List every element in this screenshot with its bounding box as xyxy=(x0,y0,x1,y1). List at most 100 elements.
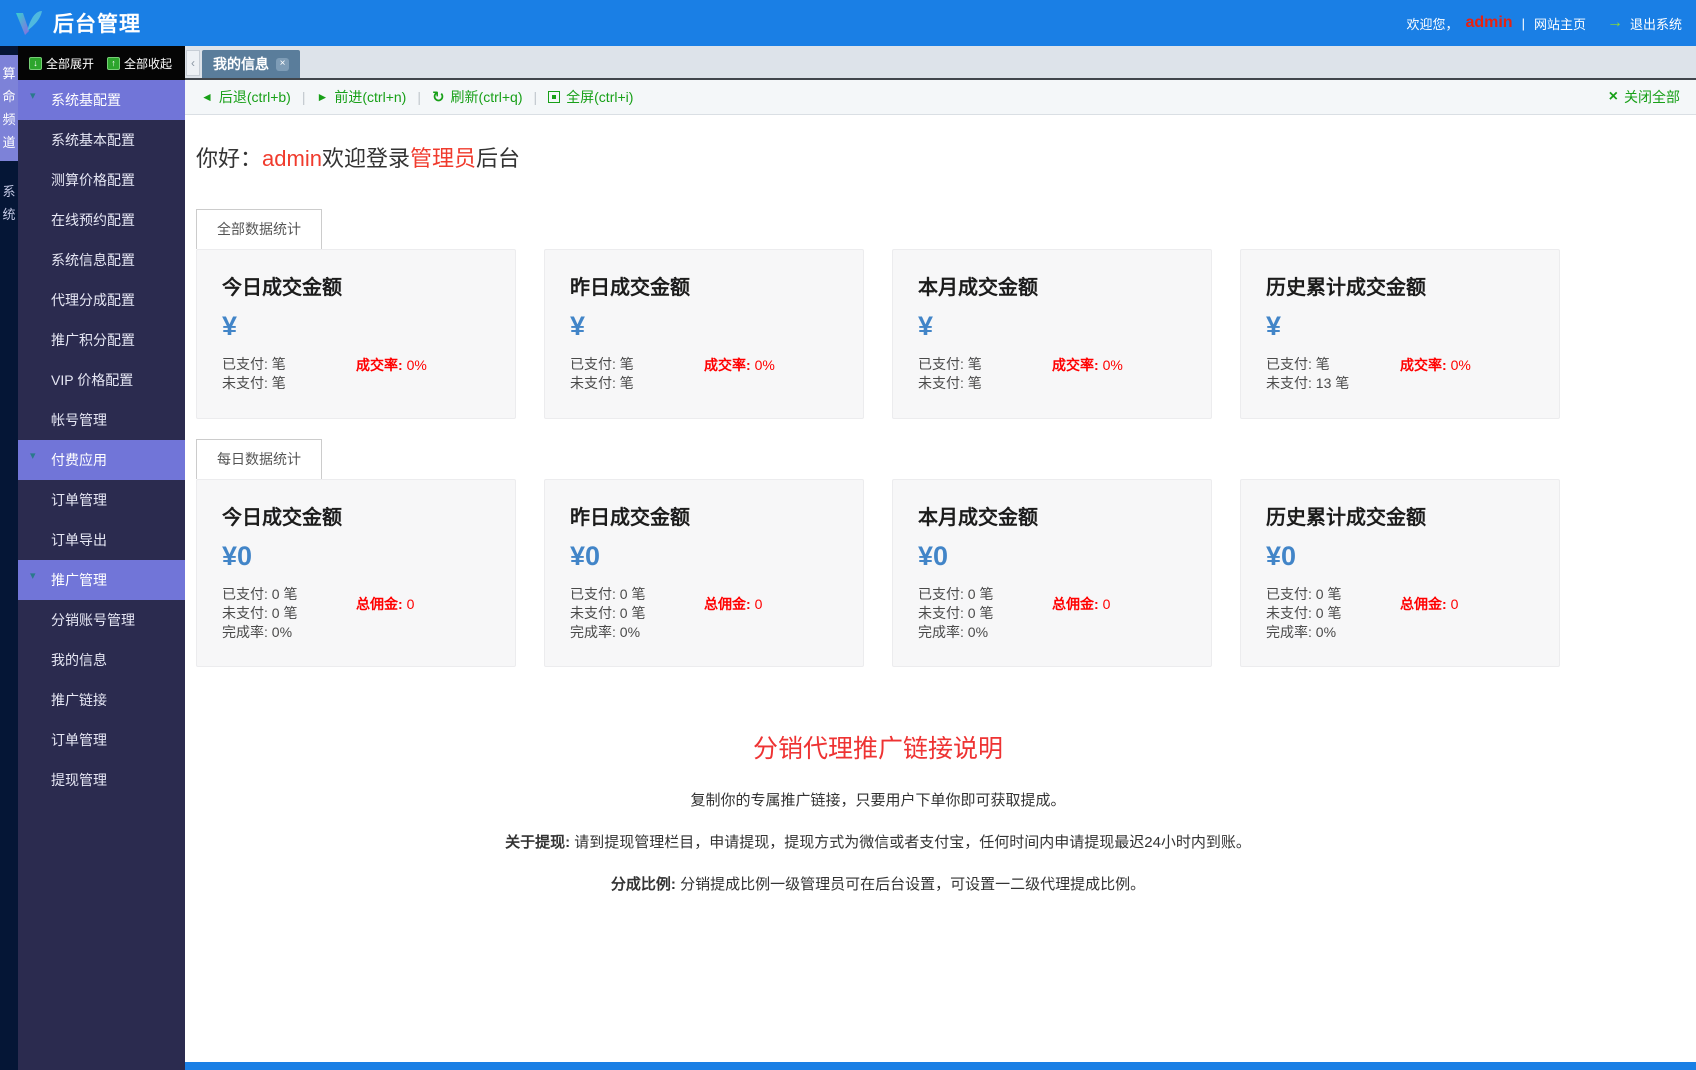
close-all-icon: × xyxy=(1609,88,1618,106)
card-stats: 已支付: 笔 未支付: 笔 xyxy=(918,355,1052,393)
card-body: 已支付: 0 笔 未支付: 0 笔 完成率: 0% 总佣金: 0 xyxy=(222,585,490,642)
unpaid-count: 未支付: 0 笔 xyxy=(570,604,704,623)
deal-rate-value: 0% xyxy=(755,357,775,373)
sidebar-item-system-info[interactable]: 系统信息配置 xyxy=(18,240,185,280)
brand-logo-icon xyxy=(14,9,44,37)
ratio-tip-text: 分销提成比例一级管理员可在后台设置，可设置一二级代理提成比例。 xyxy=(676,876,1145,893)
completion-rate: 完成率: 0% xyxy=(222,623,356,642)
card-body: 已支付: 笔 未支付: 笔 成交率: 0% xyxy=(570,355,838,393)
paid-count: 已支付: 0 笔 xyxy=(1266,585,1400,604)
top-header: 后台管理 欢迎您， admin | 网站主页 → 退出系统 xyxy=(0,0,1696,46)
greeting-suffix: 后台 xyxy=(476,146,520,171)
sidebar-item-promo-points[interactable]: 推广积分配置 xyxy=(18,320,185,360)
stat-card-month: 本月成交金额 ¥0 已支付: 0 笔 未支付: 0 笔 完成率: 0% 总佣金:… xyxy=(892,479,1212,667)
tab-scroll-left-button[interactable]: ‹ xyxy=(186,50,200,76)
group-header-label: 推广管理 xyxy=(51,570,107,590)
card-amount: ¥0 xyxy=(1266,541,1534,572)
sidebar-item-order-mgmt[interactable]: 订单管理 xyxy=(18,480,185,520)
total-commission-label: 总佣金: xyxy=(1400,596,1447,612)
card-body: 已支付: 笔 未支付: 笔 成交率: 0% xyxy=(918,355,1186,393)
close-all-button[interactable]: × 关闭全部 xyxy=(1609,87,1680,107)
card-title: 本月成交金额 xyxy=(918,501,1186,530)
sidebar-item-my-info[interactable]: 我的信息 xyxy=(18,640,185,680)
card-body: 已支付: 笔 未支付: 笔 成交率: 0% xyxy=(222,355,490,393)
unpaid-count: 未支付: 0 笔 xyxy=(918,604,1052,623)
username: admin xyxy=(1465,14,1512,32)
collapse-all-button[interactable]: ↑ 全部收起 xyxy=(107,55,172,72)
tab-label: 我的信息 xyxy=(213,54,269,74)
tab-daily-stats[interactable]: 每日数据统计 xyxy=(196,439,322,479)
channel-suanming[interactable]: 算命频道 xyxy=(0,55,18,161)
sidebar-item-agent-share[interactable]: 代理分成配置 xyxy=(18,280,185,320)
site-home-link[interactable]: 网站主页 xyxy=(1534,14,1586,33)
unpaid-count: 未支付: 0 笔 xyxy=(222,604,356,623)
group-header-label: 付费应用 xyxy=(51,450,107,470)
fullscreen-icon xyxy=(548,91,560,103)
total-commission-value: 0 xyxy=(755,596,763,612)
tab-bar: ‹ 我的信息 × xyxy=(185,46,1696,80)
total-commission-value: 0 xyxy=(407,596,415,612)
close-all-label: 关闭全部 xyxy=(1624,87,1680,107)
greeting: 你好：admin欢迎登录管理员后台 xyxy=(196,141,1696,173)
tab-all-stats[interactable]: 全部数据统计 xyxy=(196,209,322,249)
deal-rate-label: 成交率: xyxy=(1400,357,1447,373)
stat-cards-row: 今日成交金额 ¥0 已支付: 0 笔 未支付: 0 笔 完成率: 0% 总佣金:… xyxy=(196,479,1696,667)
sidebar-item-system-basic[interactable]: 系统基本配置 xyxy=(18,120,185,160)
unpaid-count: 未支付: 笔 xyxy=(918,374,1052,393)
deal-rate-value: 0% xyxy=(1451,357,1471,373)
greeting-prefix: 你好： xyxy=(196,146,262,171)
deal-rate: 成交率: 0% xyxy=(1052,355,1123,393)
deal-rate-label: 成交率: xyxy=(1052,357,1099,373)
card-stats: 已支付: 笔 未支付: 笔 xyxy=(570,355,704,393)
card-title: 今日成交金额 xyxy=(222,501,490,530)
chevron-down-icon: ▾ xyxy=(30,449,36,462)
paid-count: 已支付: 0 笔 xyxy=(222,585,356,604)
sidebar-item-order-export[interactable]: 订单导出 xyxy=(18,520,185,560)
promo-line-copy-link: 复制你的专属推广链接，只要用户下单你即可获取提成。 xyxy=(196,789,1560,810)
sidebar-group-promotion[interactable]: ▾ 推广管理 xyxy=(18,560,185,600)
header-user-area: 欢迎您， admin | 网站主页 → 退出系统 xyxy=(1406,14,1682,33)
withdrawal-tip-label: 关于提现: xyxy=(505,834,570,851)
card-stats: 已支付: 笔 未支付: 13 笔 xyxy=(1266,355,1400,393)
channel-xitong[interactable]: 系统 xyxy=(0,173,18,233)
promo-line-withdrawal: 关于提现: 请到提现管理栏目，申请提现，提现方式为微信或者支付宝，任何时间内申请… xyxy=(196,831,1560,852)
card-amount: ¥ xyxy=(918,311,1186,342)
sidebar-item-reservation[interactable]: 在线预约配置 xyxy=(18,200,185,240)
stat-card-month: 本月成交金额 ¥ 已支付: 笔 未支付: 笔 成交率: 0% xyxy=(892,249,1212,419)
fullscreen-button[interactable]: 全屏(ctrl+i) xyxy=(548,87,633,107)
sidebar-group-system-config[interactable]: ▾ 系统基配置 xyxy=(18,80,185,120)
back-button[interactable]: ◄ 后退(ctrl+b) xyxy=(201,87,291,107)
card-amount: ¥ xyxy=(1266,311,1534,342)
sidebar-item-promo-orders[interactable]: 订单管理 xyxy=(18,720,185,760)
tab-my-info[interactable]: 我的信息 × xyxy=(202,50,300,78)
brand: 后台管理 xyxy=(14,8,141,38)
forward-button[interactable]: ► 前进(ctrl+n) xyxy=(316,87,406,107)
sidebar-item-promo-links[interactable]: 推广链接 xyxy=(18,680,185,720)
back-arrow-icon: ◄ xyxy=(201,90,213,104)
completion-rate: 完成率: 0% xyxy=(1266,623,1400,642)
total-commission: 总佣金: 0 xyxy=(356,594,414,642)
expand-all-button[interactable]: ↓ 全部展开 xyxy=(29,55,94,72)
chevron-down-icon: ▾ xyxy=(30,569,36,582)
paid-count: 已支付: 笔 xyxy=(918,355,1052,374)
sidebar-item-withdrawal-mgmt[interactable]: 提现管理 xyxy=(18,760,185,800)
sidebar-group-paid-apps[interactable]: ▾ 付费应用 xyxy=(18,440,185,480)
sidebar-item-distributor-accounts[interactable]: 分销账号管理 xyxy=(18,600,185,640)
app-title: 后台管理 xyxy=(53,8,141,38)
card-body: 已支付: 0 笔 未支付: 0 笔 完成率: 0% 总佣金: 0 xyxy=(570,585,838,642)
logout-link[interactable]: 退出系统 xyxy=(1630,14,1682,33)
sidebar-item-price-config[interactable]: 测算价格配置 xyxy=(18,160,185,200)
expand-all-icon: ↓ xyxy=(29,57,42,70)
unpaid-count: 未支付: 笔 xyxy=(222,374,356,393)
total-commission: 总佣金: 0 xyxy=(1052,594,1110,642)
tab-close-icon[interactable]: × xyxy=(276,58,289,71)
card-amount: ¥0 xyxy=(918,541,1186,572)
card-stats: 已支付: 笔 未支付: 笔 xyxy=(222,355,356,393)
channel-strip: 算命频道 系统 xyxy=(0,46,18,1070)
stat-card-yesterday: 昨日成交金额 ¥ 已支付: 笔 未支付: 笔 成交率: 0% xyxy=(544,249,864,419)
sidebar-item-account-mgmt[interactable]: 帐号管理 xyxy=(18,400,185,440)
total-commission: 总佣金: 0 xyxy=(704,594,762,642)
collapse-all-label: 全部收起 xyxy=(124,55,172,72)
refresh-button[interactable]: ↻ 刷新(ctrl+q) xyxy=(432,87,523,107)
sidebar-item-vip-price[interactable]: VIP 价格配置 xyxy=(18,360,185,400)
